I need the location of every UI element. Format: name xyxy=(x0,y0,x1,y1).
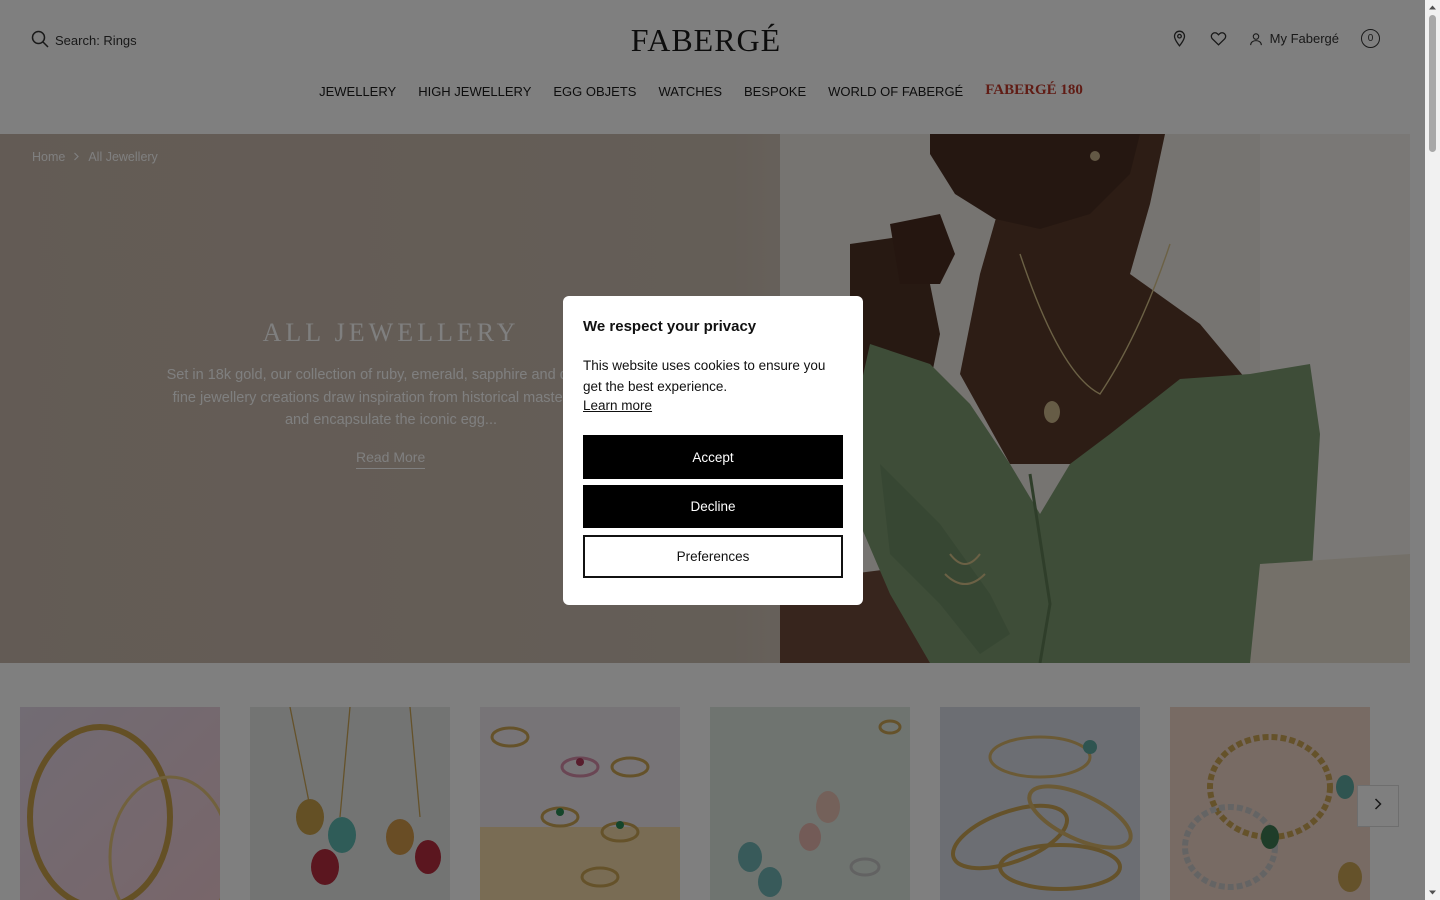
cookie-dialog-text: This website uses cookies to ensure you … xyxy=(583,358,826,394)
preferences-button[interactable]: Preferences xyxy=(583,535,843,578)
learn-more-link[interactable]: Learn more xyxy=(583,398,652,413)
cookie-dialog-title: We respect your privacy xyxy=(583,318,757,335)
scroll-down-arrow-icon[interactable] xyxy=(1428,888,1437,897)
scroll-up-arrow-icon[interactable] xyxy=(1428,3,1437,12)
accept-button[interactable]: Accept xyxy=(583,435,843,479)
page-scrollbar[interactable] xyxy=(1425,0,1440,900)
cookie-consent-dialog: We respect your privacy This website use… xyxy=(563,296,863,605)
scrollbar-thumb[interactable] xyxy=(1429,15,1436,152)
decline-button[interactable]: Decline xyxy=(583,485,843,528)
